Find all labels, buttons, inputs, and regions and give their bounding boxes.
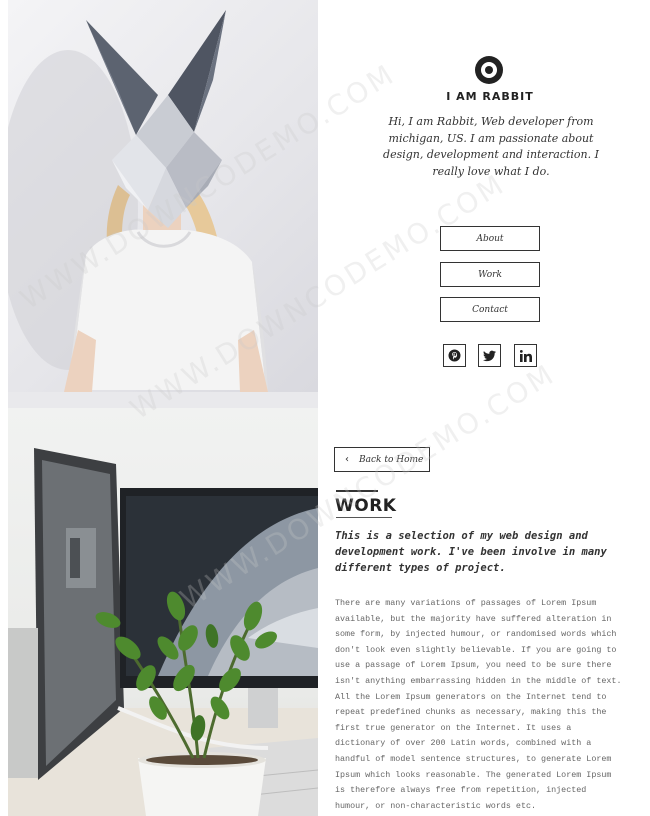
work-lead-text: This is a selection of my web design and… — [335, 530, 607, 574]
work-section-title: WORK — [335, 496, 397, 516]
origami-rabbit-illustration — [8, 10, 318, 408]
nav-contact-button[interactable]: Contact — [440, 297, 540, 322]
nav-about-button[interactable]: About — [440, 226, 540, 251]
social-pinterest-button[interactable] — [443, 344, 466, 367]
pinterest-icon — [448, 349, 461, 362]
desk-plant-illustration — [8, 448, 318, 816]
profile-bio: Hi, I am Rabbit, Web developer from mich… — [383, 115, 599, 178]
linkedin-icon — [519, 349, 532, 362]
section-title-rule — [336, 490, 378, 492]
social-twitter-button[interactable] — [478, 344, 501, 367]
social-linkedin-button[interactable] — [514, 344, 537, 367]
hero-photo-origami-rabbit — [8, 0, 318, 408]
nav-work-button[interactable]: Work — [440, 262, 540, 287]
twitter-icon — [483, 350, 496, 361]
work-photo-desk-plant — [8, 408, 318, 816]
ring-logo-icon — [475, 56, 503, 84]
section-title-underline — [336, 517, 392, 518]
back-to-home-label: Back to Home — [359, 454, 424, 465]
chevron-left-icon: ‹ — [345, 454, 349, 465]
back-to-home-button[interactable]: ‹ Back to Home — [334, 447, 430, 472]
brand-name: I AM RABBIT — [446, 90, 534, 103]
work-body-text: There are many variations of passages of… — [335, 598, 622, 811]
